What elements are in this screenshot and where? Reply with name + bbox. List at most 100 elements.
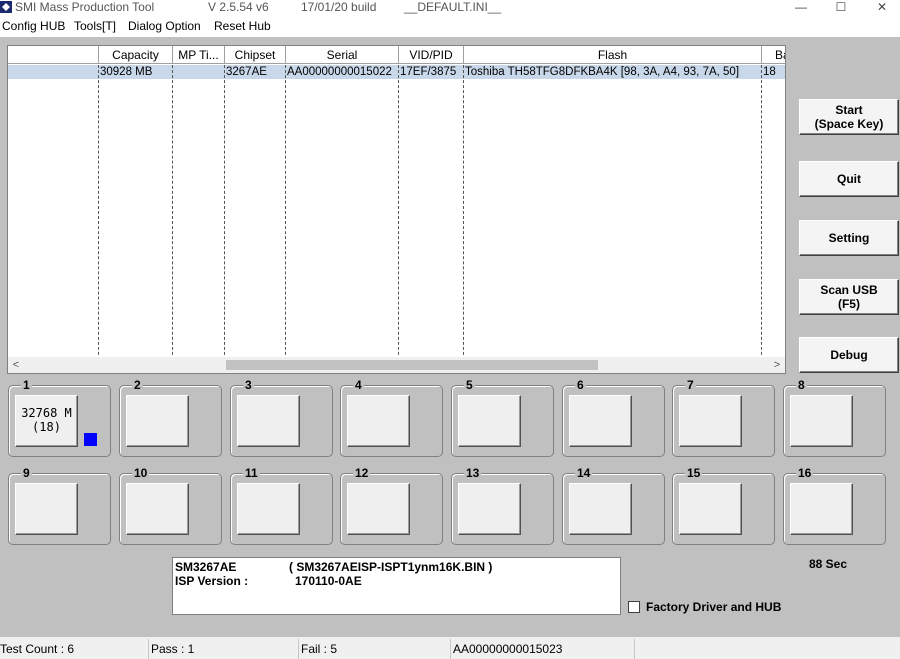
port-number: 4 [353,378,364,392]
port-group-8: 8 [783,379,886,457]
port-number: 15 [685,466,703,480]
port-number: 10 [132,466,150,480]
chip-model: SM3267AE [175,560,237,574]
port-number: 1 [21,378,32,392]
status-pass: Pass : 1 [148,639,298,659]
port-button-11[interactable] [237,483,300,535]
port-button-5[interactable] [458,395,521,447]
elapsed-timer: 88 Sec [809,557,848,571]
cell-serial: AA00000000015022 [287,66,392,78]
scroll-thumb[interactable] [226,360,598,370]
grid-line [285,65,286,365]
close-button[interactable]: ✕ [867,0,897,14]
port-number: 3 [243,378,254,392]
port-number: 2 [132,378,143,392]
status-extra [634,639,900,659]
factory-driver-label: Factory Driver and HUB [646,600,782,614]
column-header-serial[interactable]: Serial [286,46,399,64]
start-button[interactable]: Start (Space Key) [799,99,899,135]
port-button-13[interactable] [458,483,521,535]
title-bar: SMI Mass Production Tool V 2.5.54 v6 17/… [0,0,900,16]
horizontal-scrollbar[interactable]: < > [8,357,785,373]
port-button-8[interactable] [790,395,853,447]
port-group-2: 2 [119,379,222,457]
column-header-capacity[interactable]: Capacity [99,46,173,64]
debug-button[interactable]: Debug [799,337,899,373]
port-group-6: 6 [562,379,665,457]
port-group-7: 7 [672,379,775,457]
port-button-12[interactable] [347,483,410,535]
status-fail: Fail : 5 [298,639,450,659]
menu-bar: Config HUB Tools[T] Dialog Option Reset … [0,16,900,36]
port-button-1[interactable]: 32768 M (18) [15,395,78,447]
build-text: 17/01/20 build [301,0,377,14]
grid-line [224,65,225,365]
isp-version-value: 170110-0AE [295,574,362,588]
port-number: 5 [464,378,475,392]
version-text: V 2.5.54 v6 [208,0,269,14]
column-header-index[interactable] [8,46,99,64]
port-group-16: 16 [783,467,886,545]
isp-version-label: ISP Version : [175,574,249,588]
quit-button[interactable]: Quit [799,161,899,197]
menu-tools[interactable]: Tools[T] [74,19,116,33]
column-header-chipset[interactable]: Chipset [225,46,286,64]
menu-reset-hub[interactable]: Reset Hub [214,19,271,33]
grid-line [172,65,173,365]
column-header-ba[interactable]: Ba [762,46,785,64]
column-header-mp-time[interactable]: MP Ti... [173,46,225,64]
port-group-4: 4 [340,379,443,457]
port-button-4[interactable] [347,395,410,447]
port-group-14: 14 [562,467,665,545]
scroll-right-arrow-icon[interactable]: > [769,357,785,373]
device-list[interactable]: Capacity MP Ti... Chipset Serial VID/PID… [7,45,786,374]
port-number: 11 [243,466,260,480]
port-group-5: 5 [451,379,554,457]
window-title: SMI Mass Production Tool [15,0,155,14]
port-button-10[interactable] [126,483,189,535]
menu-config-hub[interactable]: Config HUB [2,19,65,33]
grid-line [761,65,762,365]
port-group-11: 11 [230,467,333,545]
status-test-count: Test Count : 6 [0,642,75,656]
port-group-9: 9 [8,467,111,545]
grid-line [398,65,399,365]
checkbox-icon[interactable] [628,601,640,613]
grid-line [463,65,464,365]
cell-flash: Toshiba TH58TFG8DFKBA4K [98, 3A, A4, 93,… [465,66,740,78]
port-group-3: 3 [230,379,333,457]
cell-chipset: 3267AE [226,66,267,78]
table-row[interactable]: 30928 MB 3267AE AA00000000015022 17EF/38… [8,65,785,79]
port-group-13: 13 [451,467,554,545]
port-button-6[interactable] [569,395,632,447]
port-number: 16 [796,466,814,480]
port-number: 9 [21,466,32,480]
bin-file: ( SM3267AEISP-ISPT1ynm16K.BIN ) [289,560,493,574]
port-button-9[interactable] [15,483,78,535]
menu-dialog-option[interactable]: Dialog Option [128,19,201,33]
port-group-1: 1 32768 M (18) [8,379,111,457]
list-header: Capacity MP Ti... Chipset Serial VID/PID… [8,46,785,64]
port-button-3[interactable] [237,395,300,447]
column-header-flash[interactable]: Flash [464,46,762,64]
port-number: 8 [796,378,807,392]
column-header-vid-pid[interactable]: VID/PID [399,46,464,64]
port-button-15[interactable] [679,483,742,535]
info-panel: SM3267AE ( SM3267AEISP-ISPT1ynm16K.BIN )… [172,557,621,615]
minimize-button[interactable]: — [786,0,816,14]
maximize-button[interactable]: ☐ [826,0,856,14]
port-group-10: 10 [119,467,222,545]
port-status-indicator [84,433,97,446]
cell-ba: 18 [763,66,776,78]
scroll-left-arrow-icon[interactable]: < [8,357,24,373]
port-group-15: 15 [672,467,775,545]
port-button-14[interactable] [569,483,632,535]
setting-button[interactable]: Setting [799,220,899,256]
main-panel: Capacity MP Ti... Chipset Serial VID/PID… [0,37,900,637]
port-button-2[interactable] [126,395,189,447]
port-number: 14 [575,466,593,480]
port-button-7[interactable] [679,395,742,447]
port-number: 6 [575,378,586,392]
scan-usb-button[interactable]: Scan USB (F5) [799,279,899,315]
port-button-16[interactable] [790,483,853,535]
